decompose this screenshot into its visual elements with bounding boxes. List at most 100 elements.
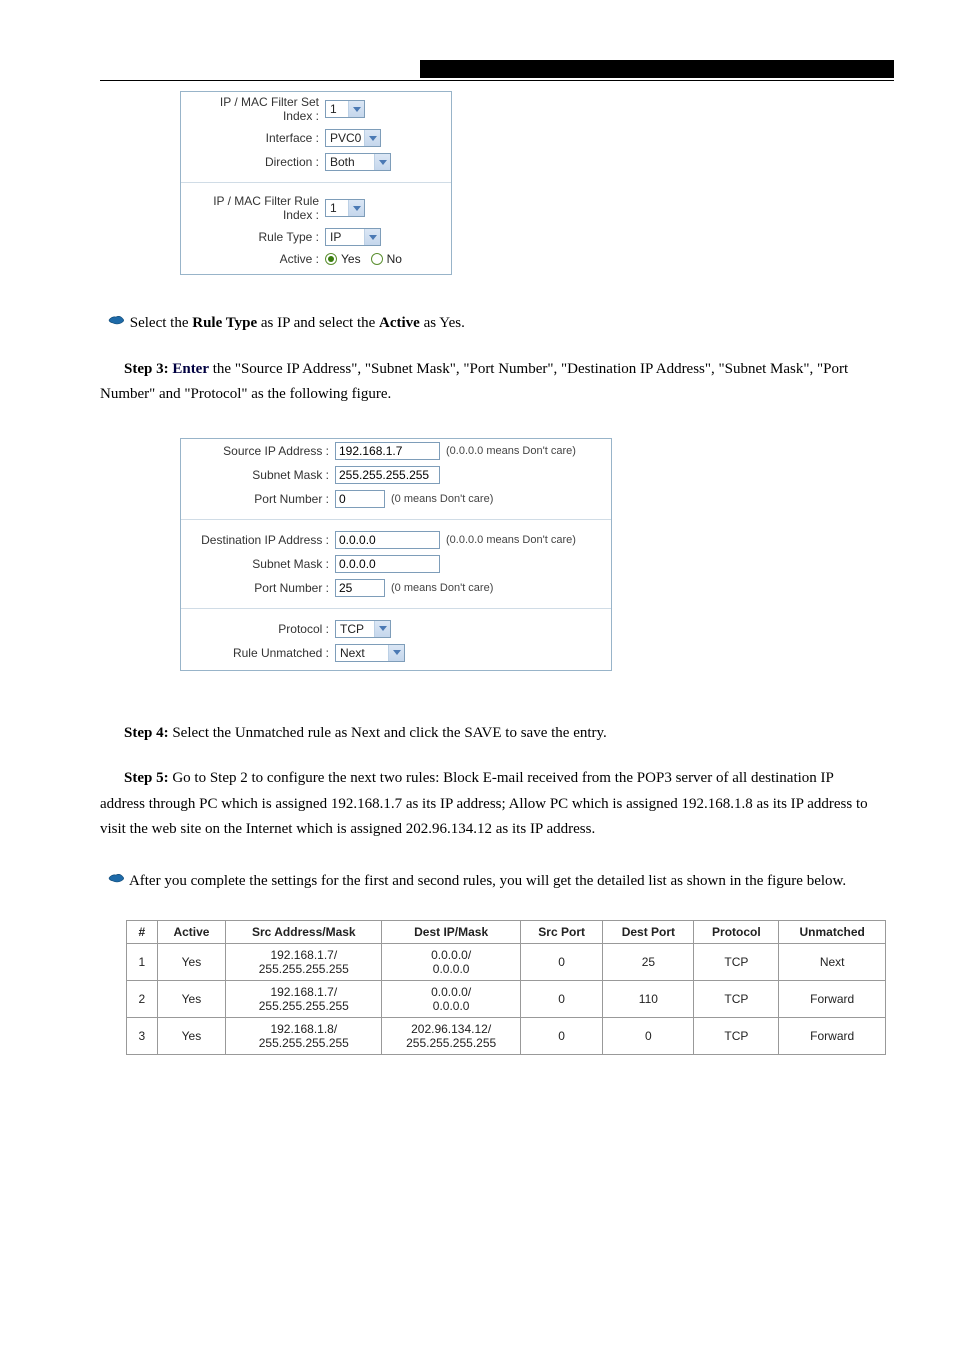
radio-label-no: No [387, 252, 402, 266]
label-dest-port: Port Number : [189, 581, 335, 595]
step2-text-3: as Yes. [420, 315, 465, 331]
select-rule-index[interactable]: 1 [325, 199, 365, 217]
table-header-row: # Active Src Address/Mask Dest IP/Mask S… [127, 921, 886, 944]
label-rule-unmatched: Rule Unmatched : [189, 646, 335, 660]
cell-dest-port: 110 [603, 981, 694, 1018]
step2-text-1: Select the [130, 315, 192, 331]
header-black-bar [420, 60, 894, 78]
cell-src: 192.168.1.8/255.255.255.255 [226, 1018, 382, 1055]
cell-protocol: TCP [694, 981, 779, 1018]
table-row: 3Yes192.168.1.8/255.255.255.255202.96.13… [127, 1018, 886, 1055]
chevron-down-icon [348, 101, 364, 117]
select-protocol-value: TCP [340, 622, 364, 636]
cell-dest: 0.0.0.0/0.0.0.0 [382, 981, 521, 1018]
col-unmatched: Unmatched [779, 921, 886, 944]
select-interface-value: PVC0 [330, 131, 361, 145]
step3-label: Step 3: [124, 361, 169, 377]
label-src-ip: Source IP Address : [189, 444, 335, 458]
step5-text: Go to Step 2 to configure the next two r… [100, 770, 868, 837]
cell-protocol: TCP [694, 944, 779, 981]
input-src-ip[interactable] [335, 442, 440, 460]
rules-summary-table: # Active Src Address/Mask Dest IP/Mask S… [126, 920, 886, 1055]
radio-active-no[interactable] [371, 253, 383, 265]
table-row: 1Yes192.168.1.7/255.255.255.2550.0.0.0/0… [127, 944, 886, 981]
select-rule-unmatched[interactable]: Next [335, 644, 405, 662]
label-dest-ip: Destination IP Address : [189, 533, 335, 547]
cell-dest: 0.0.0.0/0.0.0.0 [382, 944, 521, 981]
radio-active-yes[interactable] [325, 253, 337, 265]
step4-text: Select the Unmatched rule as Next and cl… [169, 725, 607, 741]
cell-unmatched: Forward [779, 1018, 886, 1055]
cell-dest-port: 25 [603, 944, 694, 981]
label-direction: Direction : [189, 155, 325, 169]
col-dest: Dest IP/Mask [382, 921, 521, 944]
label-rule-index: IP / MAC Filter Rule Index : [189, 194, 325, 222]
select-rule-index-value: 1 [330, 201, 337, 215]
hint-src-port: (0 means Don't care) [391, 493, 493, 505]
input-dest-ip[interactable] [335, 531, 440, 549]
hint-dest-port: (0 means Don't care) [391, 582, 493, 594]
cell-src: 192.168.1.7/255.255.255.255 [226, 981, 382, 1018]
col-active: Active [157, 921, 226, 944]
cell-num: 2 [127, 981, 158, 1018]
filter-set-panel: IP / MAC Filter Set Index : 1 Interface … [180, 91, 452, 275]
table-row: 2Yes192.168.1.7/255.255.255.2550.0.0.0/0… [127, 981, 886, 1018]
hint-dest-ip: (0.0.0.0 means Don't care) [446, 534, 576, 546]
select-protocol[interactable]: TCP [335, 620, 391, 638]
select-interface[interactable]: PVC0 [325, 129, 381, 147]
cell-unmatched: Next [779, 944, 886, 981]
cell-unmatched: Forward [779, 981, 886, 1018]
step3-text: the "Source IP Address", "Subnet Mask", … [100, 361, 848, 403]
after-complete-text: After you complete the settings for the … [129, 873, 846, 889]
hint-src-ip: (0.0.0.0 means Don't care) [446, 445, 576, 457]
header-underline [100, 80, 894, 81]
chevron-down-icon [374, 621, 390, 637]
col-src: Src Address/Mask [226, 921, 382, 944]
hand-pointer-icon [108, 869, 126, 895]
col-dest-port: Dest Port [603, 921, 694, 944]
input-dest-mask[interactable] [335, 555, 440, 573]
chevron-down-icon [388, 645, 404, 661]
cell-src-port: 0 [520, 981, 602, 1018]
hand-pointer-icon [108, 311, 126, 337]
select-direction[interactable]: Both [325, 153, 391, 171]
cell-src-port: 0 [520, 1018, 602, 1055]
cell-active: Yes [157, 944, 226, 981]
select-set-index[interactable]: 1 [325, 100, 365, 118]
ip-detail-panel: Source IP Address : (0.0.0.0 means Don't… [180, 438, 612, 671]
chevron-down-icon [364, 229, 380, 245]
col-protocol: Protocol [694, 921, 779, 944]
label-set-index: IP / MAC Filter Set Index : [189, 95, 325, 123]
select-rule-unmatched-value: Next [340, 646, 365, 660]
label-rule-type: Rule Type : [189, 230, 325, 244]
select-set-index-value: 1 [330, 102, 337, 116]
cell-num: 1 [127, 944, 158, 981]
step2-text-2: as IP and select the [257, 315, 379, 331]
chevron-down-icon [364, 130, 380, 146]
chevron-down-icon [348, 200, 364, 216]
step2-active-bold: Active [379, 315, 420, 331]
col-num: # [127, 921, 158, 944]
step2-rule-type-bold: Rule Type [192, 315, 257, 331]
step4-label: Step 4: [124, 725, 169, 741]
label-interface: Interface : [189, 131, 325, 145]
cell-active: Yes [157, 981, 226, 1018]
cell-src: 192.168.1.7/255.255.255.255 [226, 944, 382, 981]
cell-dest: 202.96.134.12/255.255.255.255 [382, 1018, 521, 1055]
select-rule-type[interactable]: IP [325, 228, 381, 246]
input-dest-port[interactable] [335, 579, 385, 597]
chevron-down-icon [374, 154, 390, 170]
label-src-mask: Subnet Mask : [189, 468, 335, 482]
label-dest-mask: Subnet Mask : [189, 557, 335, 571]
cell-num: 3 [127, 1018, 158, 1055]
input-src-mask[interactable] [335, 466, 440, 484]
label-src-port: Port Number : [189, 492, 335, 506]
cell-active: Yes [157, 1018, 226, 1055]
cell-src-port: 0 [520, 944, 602, 981]
col-src-port: Src Port [520, 921, 602, 944]
radio-label-yes: Yes [341, 252, 361, 266]
input-src-port[interactable] [335, 490, 385, 508]
step3-lead-word: Enter [172, 361, 209, 377]
select-direction-value: Both [330, 155, 355, 169]
cell-protocol: TCP [694, 1018, 779, 1055]
